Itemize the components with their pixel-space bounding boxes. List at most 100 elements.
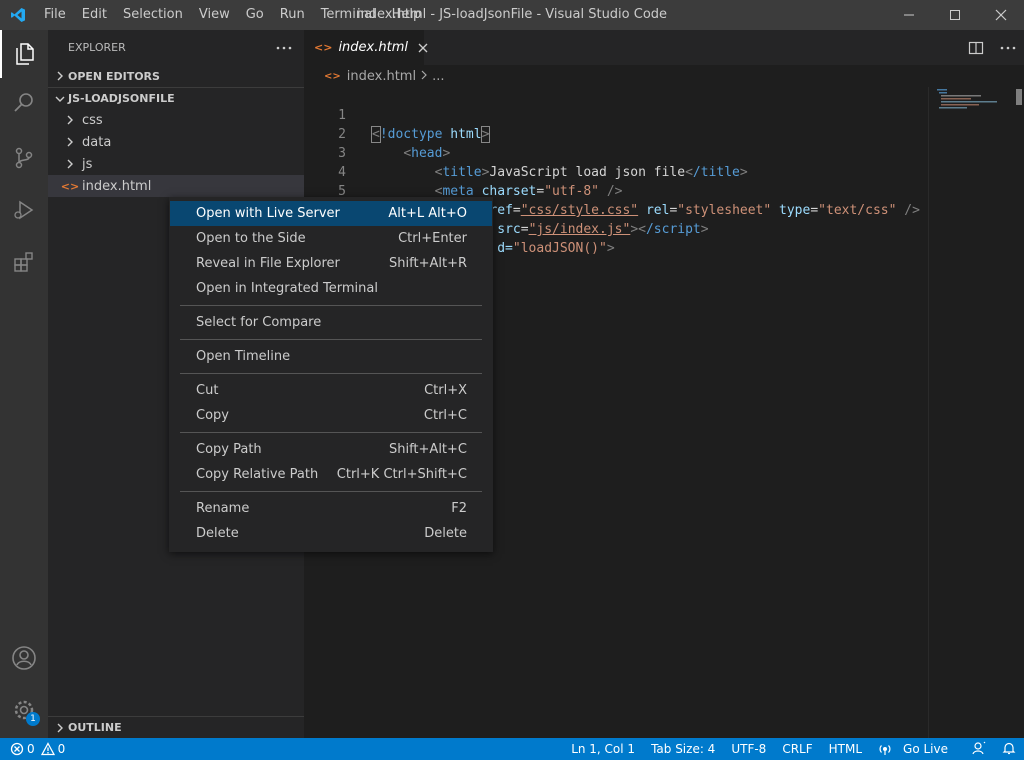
menu-separator bbox=[169, 301, 493, 310]
split-editor-icon bbox=[968, 41, 984, 54]
explorer-title: EXPLORER bbox=[68, 41, 126, 54]
minimize-icon bbox=[904, 14, 914, 16]
menu-item-label: Cut bbox=[196, 383, 219, 398]
code-line: 1 <!doctype html> bbox=[304, 87, 928, 143]
feedback-icon bbox=[972, 741, 986, 754]
menu-item-copy-path[interactable]: Copy Path Shift+Alt+C bbox=[169, 437, 493, 462]
source-control-activity-button[interactable] bbox=[0, 134, 48, 182]
menu-item-label: Open with Live Server bbox=[196, 206, 340, 221]
editor-actions bbox=[960, 30, 1024, 65]
menu-item-label: Open in Integrated Terminal bbox=[196, 281, 378, 296]
explorer-activity-button[interactable] bbox=[0, 30, 48, 78]
tab-close-button[interactable] bbox=[418, 43, 428, 53]
menu-item-open-to-the-side[interactable]: Open to the Side Ctrl+Enter bbox=[169, 226, 493, 251]
problems-indicator[interactable]: 0 0 bbox=[0, 742, 65, 756]
feedback-button[interactable] bbox=[964, 741, 994, 758]
menu-item-label: Delete bbox=[196, 526, 239, 541]
menu-file[interactable]: File bbox=[36, 0, 74, 30]
warning-count: 0 bbox=[57, 742, 66, 756]
menu-separator bbox=[169, 428, 493, 437]
menu-item-open-in-integrated-terminal[interactable]: Open in Integrated Terminal bbox=[169, 276, 493, 301]
breadcrumb-file[interactable]: index.html bbox=[347, 69, 416, 84]
minimap[interactable] bbox=[928, 87, 1012, 738]
more-actions-button[interactable] bbox=[276, 41, 292, 54]
notifications-button[interactable] bbox=[994, 741, 1024, 758]
code-line: 2 <head> bbox=[304, 106, 928, 161]
editor-more-actions-button[interactable] bbox=[992, 30, 1024, 65]
cursor-position[interactable]: Ln 1, Col 1 bbox=[563, 742, 643, 756]
menu-item-reveal-in-file-explorer[interactable]: Reveal in File Explorer Shift+Alt+R bbox=[169, 251, 493, 276]
go-live-label: Go Live bbox=[903, 742, 948, 756]
menu-item-delete[interactable]: Delete Delete bbox=[169, 521, 493, 546]
chevron-down-icon bbox=[55, 96, 65, 102]
context-menu: Open with Live Server Alt+L Alt+O Open t… bbox=[169, 197, 493, 552]
close-window-button[interactable] bbox=[978, 0, 1024, 30]
html-file-icon: <> bbox=[60, 179, 80, 193]
breadcrumb: <> index.html ... bbox=[304, 65, 1024, 87]
close-icon bbox=[418, 43, 428, 52]
manage-activity-button[interactable]: 1 bbox=[0, 686, 48, 734]
accounts-activity-button[interactable] bbox=[0, 634, 48, 682]
ellipsis-icon bbox=[276, 46, 292, 50]
html-file-icon: <> bbox=[324, 70, 341, 82]
encoding[interactable]: UTF-8 bbox=[723, 742, 774, 756]
files-icon bbox=[16, 43, 34, 65]
menu-item-rename[interactable]: Rename F2 bbox=[169, 496, 493, 521]
menu-view[interactable]: View bbox=[191, 0, 238, 30]
chevron-right-icon bbox=[67, 159, 73, 169]
menu-terminal[interactable]: Terminal bbox=[313, 0, 384, 30]
end-of-line[interactable]: CRLF bbox=[774, 742, 820, 756]
minimize-button[interactable] bbox=[886, 0, 932, 30]
go-live-button[interactable]: Go Live bbox=[870, 742, 964, 756]
account-icon bbox=[12, 646, 36, 670]
menu-bar: File Edit Selection View Go Run Terminal… bbox=[36, 0, 429, 30]
menu-item-open-timeline[interactable]: Open Timeline bbox=[169, 344, 493, 369]
tree-folder-data[interactable]: data bbox=[48, 131, 304, 153]
search-activity-button[interactable] bbox=[0, 78, 48, 126]
scrollbar-thumb[interactable] bbox=[1016, 89, 1022, 105]
menu-item-shortcut: Shift+Alt+R bbox=[389, 256, 467, 271]
project-folder-section[interactable]: JS-LOADJSONFILE bbox=[48, 87, 304, 109]
tree-item-label: index.html bbox=[82, 178, 152, 194]
breadcrumb-more[interactable]: ... bbox=[432, 69, 444, 84]
extensions-icon bbox=[14, 252, 33, 272]
menu-run[interactable]: Run bbox=[272, 0, 313, 30]
code-line: 4 <meta charset="utf-8" /> bbox=[304, 144, 928, 199]
menu-edit[interactable]: Edit bbox=[74, 0, 115, 30]
extensions-activity-button[interactable] bbox=[0, 238, 48, 286]
open-editors-section[interactable]: OPEN EDITORS bbox=[48, 65, 304, 87]
run-debug-activity-button[interactable] bbox=[0, 186, 48, 234]
source-control-icon bbox=[15, 147, 33, 169]
tree-folder-js[interactable]: js bbox=[48, 153, 304, 175]
menu-item-cut[interactable]: Cut Ctrl+X bbox=[169, 378, 493, 403]
tab-label: index.html bbox=[338, 40, 408, 55]
maximize-icon bbox=[950, 10, 960, 20]
menu-item-shortcut: Ctrl+K Ctrl+Shift+C bbox=[336, 467, 467, 482]
maximize-button[interactable] bbox=[932, 0, 978, 30]
editor-tabs: <> index.html bbox=[304, 30, 1024, 65]
search-icon bbox=[14, 93, 33, 112]
menu-help[interactable]: Help bbox=[384, 0, 430, 30]
menu-selection[interactable]: Selection bbox=[115, 0, 191, 30]
menu-item-copy-relative-path[interactable]: Copy Relative Path Ctrl+K Ctrl+Shift+C bbox=[169, 462, 493, 487]
menu-go[interactable]: Go bbox=[238, 0, 272, 30]
activity-bar: 1 bbox=[0, 30, 48, 738]
editor-scrollbar[interactable] bbox=[1012, 87, 1024, 738]
tree-item-label: js bbox=[82, 156, 93, 172]
tree-file-index-html[interactable]: <> index.html bbox=[48, 175, 304, 197]
outline-section[interactable]: OUTLINE bbox=[48, 716, 304, 738]
update-badge: 1 bbox=[26, 712, 40, 726]
menu-item-copy[interactable]: Copy Ctrl+C bbox=[169, 403, 493, 428]
menu-item-label: Rename bbox=[196, 501, 250, 516]
split-editor-button[interactable] bbox=[960, 30, 992, 65]
code-line: 5 <link href="css/style.css" rel="styles… bbox=[304, 163, 928, 218]
error-icon bbox=[10, 742, 24, 756]
menu-item-select-for-compare[interactable]: Select for Compare bbox=[169, 310, 493, 335]
tree-folder-css[interactable]: css bbox=[48, 109, 304, 131]
language-mode[interactable]: HTML bbox=[821, 742, 870, 756]
menu-item-shortcut: Delete bbox=[424, 526, 467, 541]
tab-index-html[interactable]: <> index.html bbox=[304, 30, 428, 65]
tab-size[interactable]: Tab Size: 4 bbox=[643, 742, 723, 756]
code-line: 3 <title>JavaScript load json file</titl… bbox=[304, 125, 928, 180]
menu-item-open-with-live-server[interactable]: Open with Live Server Alt+L Alt+O bbox=[170, 201, 492, 226]
